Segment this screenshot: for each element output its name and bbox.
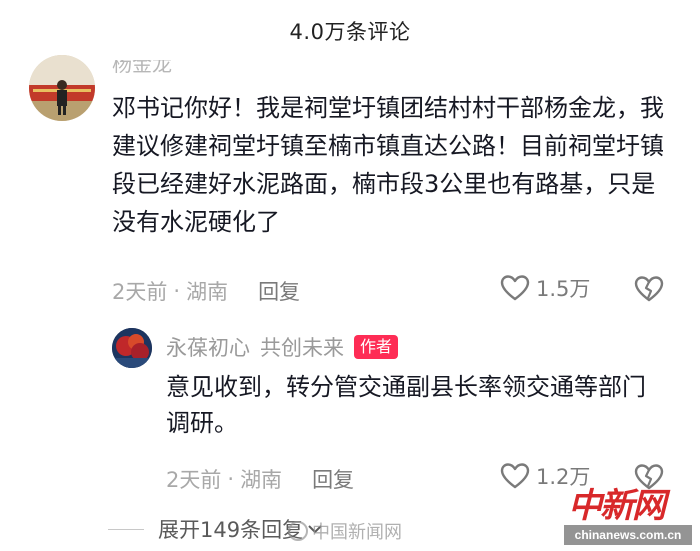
weibo-watermark-text: 中国新闻网 (312, 522, 402, 543)
reply-meta: 2天前 · 湖南 回复 (166, 464, 354, 494)
expand-divider (108, 528, 144, 530)
reply-username[interactable]: 永葆初心 (166, 332, 250, 362)
reply-reply-button[interactable]: 回复 (312, 464, 354, 494)
author-badge: 作者 (354, 335, 399, 359)
comment-time: 2天前 (112, 280, 168, 304)
comments-header: 4.0万条评论 (0, 0, 700, 62)
reply-button[interactable]: 回复 (258, 276, 300, 306)
reply-text: 意见收到，转分管交通副县长率领交通等部门调研。 (166, 373, 646, 437)
reply-avatar-photo-icon (112, 328, 152, 368)
comment-meta-dot: · (173, 279, 181, 303)
comment-username[interactable]: 杨金龙 (112, 60, 192, 82)
dislike-button[interactable] (634, 275, 664, 307)
avatar-photo-icon (29, 55, 95, 121)
weibo-watermark: 中国新闻网 (288, 518, 402, 544)
reply-user-tag: 共创未来 (260, 336, 344, 360)
heart-icon (500, 275, 530, 301)
like-button[interactable]: 1.5万 (500, 273, 590, 303)
heart-icon (500, 463, 530, 489)
reply-user-row: 永葆初心 共创未来 作者 (166, 332, 399, 362)
reply-meta-dot: · (227, 467, 235, 491)
reply-time: 2天前 (166, 468, 222, 492)
broken-heart-icon (634, 276, 664, 302)
comment-count-title: 4.0万条评论 (289, 20, 411, 44)
comment-meta: 2天前 · 湖南 回复 (112, 276, 300, 306)
chinanews-url: chinanews.com.cn (564, 525, 692, 545)
chinanews-logo: 中新网 (568, 486, 666, 526)
like-count: 1.5万 (536, 277, 591, 301)
reply-location: 湖南 (240, 468, 283, 492)
reply-avatar[interactable] (112, 328, 152, 368)
expand-replies-label: 展开149条回复 (158, 518, 304, 542)
comment-location: 湖南 (186, 280, 229, 304)
comment-username-text: 杨金龙 (112, 60, 172, 76)
weibo-logo-icon (288, 521, 308, 541)
avatar[interactable] (29, 55, 95, 121)
comment-text: 邓书记你好！我是祠堂圩镇团结村村干部杨金龙，我建议修建祠堂圩镇至楠市镇直达公路！… (112, 94, 664, 236)
